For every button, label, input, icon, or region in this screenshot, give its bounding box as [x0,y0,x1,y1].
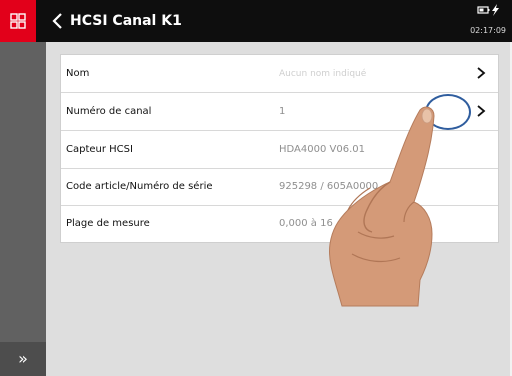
chevron-right-icon[interactable] [476,103,486,119]
apps-button[interactable] [0,0,36,42]
battery-icon [477,6,490,14]
row-label: Plage de mesure [66,218,150,229]
row-label: Capteur HCSI [66,144,133,155]
row-nom[interactable]: Nom Aucun nom indiqué [61,55,498,93]
row-value: Aucun nom indiqué [279,69,367,79]
sidebar: » [0,42,46,376]
page-title: HCSI Canal K1 [70,13,182,29]
back-button[interactable] [48,10,68,32]
row-value: 1 [279,106,286,117]
expand-sidebar-button[interactable]: » [0,342,46,376]
lightning-icon [492,4,499,16]
row-label: Numéro de canal [66,106,152,117]
apps-grid-icon [10,13,26,29]
status-icons [477,4,499,16]
pointing-hand [329,106,435,307]
row-label: Code article/Numéro de série [66,181,213,192]
row-value: 0,000 à 16 [279,218,333,229]
row-label: Nom [66,68,90,79]
top-bar: HCSI Canal K1 02:17:09 [0,0,512,42]
chevron-right-icon[interactable] [476,65,486,81]
hand-photo [329,106,435,307]
clock: 02:17:09 [470,26,506,35]
